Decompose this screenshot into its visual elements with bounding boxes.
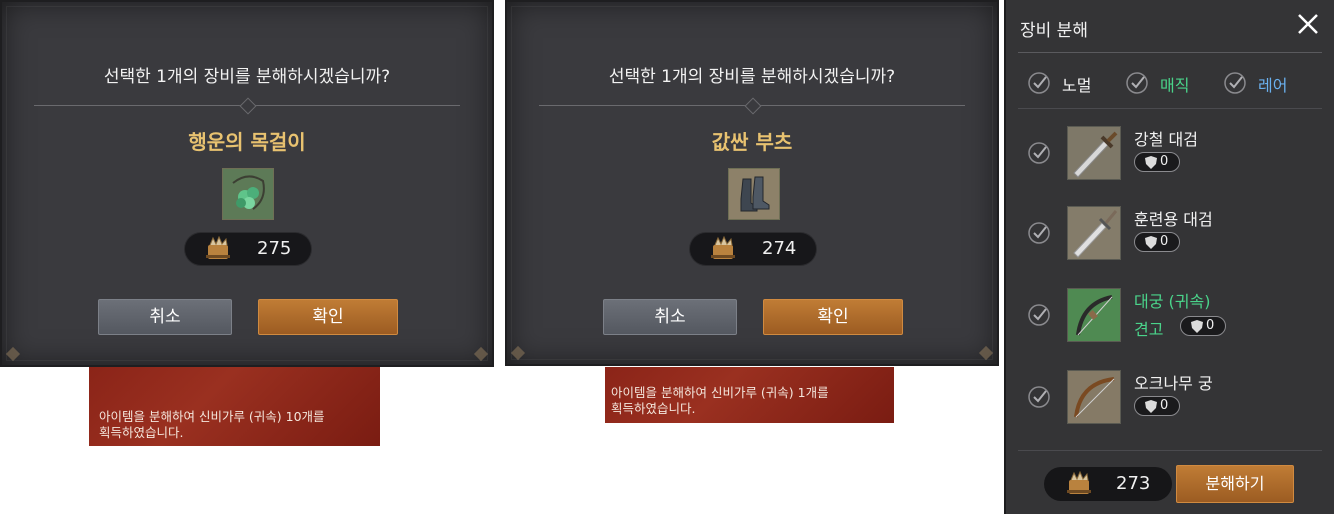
dialog-question: 선택한 1개의 장비를 분해하시겠습니까? [608, 67, 896, 87]
corner-ornament [473, 346, 489, 362]
divider [539, 97, 965, 115]
divider [1018, 450, 1322, 451]
cancel-button[interactable]: 취소 [98, 299, 232, 335]
dust-bag-icon [206, 236, 230, 259]
disassemble-button[interactable]: 분해하기 [1176, 465, 1294, 503]
corner-ornament [978, 345, 994, 361]
cost-display: 273 [1044, 467, 1172, 501]
enhance-badge: 0 [1134, 232, 1180, 252]
cost-value: 275 [257, 238, 292, 259]
enhance-value: 0 [1160, 398, 1169, 413]
shield-icon [1145, 400, 1157, 413]
shield-icon [1145, 236, 1157, 249]
check-icon[interactable] [1026, 140, 1052, 166]
result-toast-1: 아이템을 분해하여 신비가루 (귀속) 10개를 획득하였습니다. [89, 367, 380, 446]
filter-label: 레어 [1258, 76, 1288, 95]
close-icon[interactable] [1296, 12, 1320, 36]
cost-display: 274 [690, 233, 816, 265]
enhance-badge: 0 [1134, 152, 1180, 172]
toast-line: 획득하였습니다. [99, 425, 184, 440]
oak-bow-icon [1067, 370, 1121, 424]
dialog-question: 선택한 1개의 장비를 분해하시겠습니까? [103, 67, 391, 87]
divider [34, 97, 460, 115]
item-name: 강철 대검 [1134, 130, 1198, 149]
panel-title: 장비 분해 [1020, 21, 1088, 41]
item-name: 대궁 (귀속) [1134, 292, 1211, 311]
enhance-badge: 0 [1180, 316, 1226, 336]
check-icon[interactable] [1026, 220, 1052, 246]
list-item[interactable]: 훈련용 대검 0 [1006, 194, 1334, 276]
list-item[interactable]: 대궁 (귀속) 견고 0 [1006, 276, 1334, 358]
cost-display: 275 [185, 233, 311, 265]
item-name: 훈련용 대검 [1134, 210, 1213, 229]
item-name: 오크나무 궁 [1134, 374, 1213, 393]
disassemble-confirm-dialog-2: 선택한 1개의 장비를 분해하시겠습니까? 값싼 부츠 274 취소 확인 [505, 0, 999, 366]
dust-bag-icon [1067, 471, 1091, 494]
necklace-icon [222, 168, 274, 220]
toast-line: 아이템을 분해하여 신비가루 (귀속) 1개를 [611, 385, 829, 400]
training-greatsword-icon [1067, 206, 1121, 260]
check-icon[interactable] [1026, 302, 1052, 328]
confirm-button[interactable]: 확인 [763, 299, 903, 335]
item-name: 행운의 목걸이 [188, 130, 306, 154]
toast-line: 아이템을 분해하여 신비가루 (귀속) 10개를 [99, 409, 325, 424]
greatsword-icon [1067, 126, 1121, 180]
list-item[interactable]: 오크나무 궁 0 [1006, 358, 1334, 440]
list-item[interactable]: 강철 대검 0 [1006, 114, 1334, 196]
disassemble-panel: 장비 분해 노멀 매직 레어 강철 대검 0 훈련용 대검 0 대궁 (귀속) … [1004, 0, 1334, 514]
confirm-button[interactable]: 확인 [258, 299, 398, 335]
enhance-value: 0 [1160, 234, 1169, 249]
corner-ornament [510, 345, 526, 361]
longbow-icon [1067, 288, 1121, 342]
filter-label: 노멀 [1062, 76, 1092, 95]
dust-bag-icon [711, 236, 735, 259]
filter-label: 매직 [1160, 76, 1190, 95]
cancel-button[interactable]: 취소 [603, 299, 737, 335]
result-toast-2: 아이템을 분해하여 신비가루 (귀속) 1개를 획득하였습니다. [605, 367, 894, 423]
corner-ornament [5, 346, 21, 362]
shield-icon [1145, 156, 1157, 169]
check-icon [1224, 72, 1246, 94]
item-quality: 견고 [1134, 320, 1164, 339]
cost-value: 273 [1116, 473, 1151, 494]
check-icon [1028, 72, 1050, 94]
disassemble-confirm-dialog-1: 선택한 1개의 장비를 분해하시겠습니까? 행운의 목걸이 275 취소 확인 [0, 0, 494, 367]
check-icon[interactable] [1026, 384, 1052, 410]
boots-icon [728, 168, 780, 220]
enhance-value: 0 [1160, 154, 1169, 169]
cost-value: 274 [762, 238, 797, 259]
enhance-value: 0 [1206, 318, 1215, 333]
shield-icon [1191, 320, 1203, 333]
toast-line: 획득하였습니다. [611, 401, 696, 416]
divider [1018, 108, 1322, 109]
check-icon [1126, 72, 1148, 94]
item-name: 값싼 부츠 [711, 130, 793, 154]
enhance-badge: 0 [1134, 396, 1180, 416]
divider [1018, 52, 1322, 53]
